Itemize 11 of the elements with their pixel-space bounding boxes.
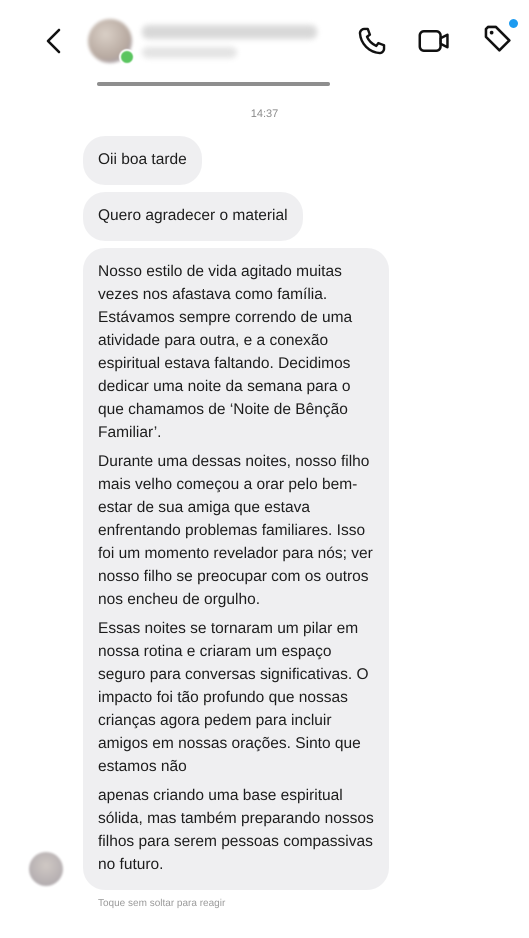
message-text: apenas criando uma base espiritual sólida, mas também preparando nossos filhos para serem pessoas compassivas no futuro. [98,786,374,875]
reaction-hint: Toque sem soltar para reagir [98,898,226,909]
message-text: Durante uma dessas noites, nosso filho mais velho começou a orar pelo bem- estar de sua amiga que estava enfrentando problemas familiares. Isso foi um momento revelador para nós; ver nosso filho se preocupar com os outros nos encheu de orgulho. [98,452,374,610]
message-text: Oii boa tarde [98,150,187,170]
message-text: Quero agradecer o material [98,206,288,226]
timestamp: 14:37 [250,108,280,120]
message-bubble[interactable]: Oii boa tarde [83,136,202,185]
sender-avatar [28,852,62,886]
message-bubble[interactable]: Quero agradecer o material [83,192,303,241]
message-text: Nosso estilo de vida agitado muitas vezes nos afastava como família. Estávamos sempre correndo de uma atividade para outra, e a conexão espiritual estava faltando. Decidimos dedicar uma noite da semana para o que chamamos de ‘Noite de Bênção Familiar’. [98,262,354,443]
message-text: Essas noites se tornaram um pilar em nossa rotina e criaram um espaço seguro para conversas significativas. O impacto foi tão profundo que nossas crianças agora pedem para incluir amigos em nossas orações. Sinto que estamos não [98,619,370,777]
